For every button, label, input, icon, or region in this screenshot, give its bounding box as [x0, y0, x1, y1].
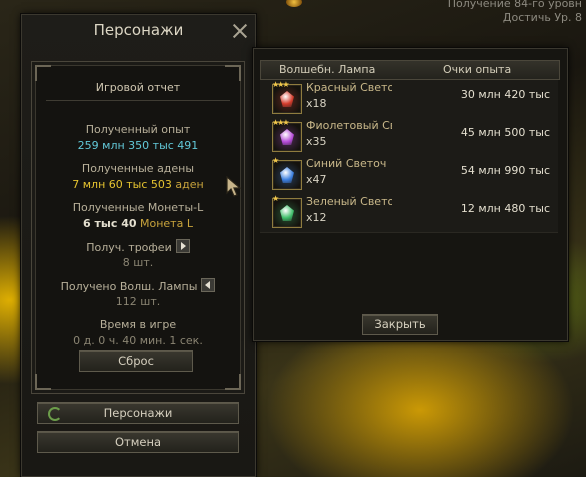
playtime-label: Время в игре: [99, 318, 177, 331]
report-title: Игровой отчет: [95, 81, 181, 94]
grade-stars-icon: ★: [272, 156, 279, 165]
reset-button[interactable]: Сброс: [79, 350, 193, 372]
lamp-icon[interactable]: ★★★: [272, 118, 302, 152]
frame-corner-icon: [35, 374, 51, 390]
exp-label: Полученный опыт: [85, 123, 191, 136]
lamp-name: Красный Светоч: [306, 81, 392, 94]
lamp-name: Зеленый Светоч: [306, 195, 392, 208]
frame-corner-icon: [225, 374, 241, 390]
divider: [46, 100, 230, 101]
adena-value: 7 млн 60 тыс 503 аден: [72, 178, 204, 191]
lamp-xp: 45 млн 500 тыс: [460, 126, 550, 139]
grade-stars-icon: ★★★: [272, 118, 289, 127]
lamp-quantity: x35: [306, 135, 327, 148]
characters-button-label: Персонажи: [103, 406, 173, 420]
playtime-value: 0 д. 0 ч. 40 мин. 1 сек.: [73, 334, 203, 347]
lamp-xp: 12 млн 480 тыс: [460, 202, 550, 215]
lamps-value: 112 шт.: [115, 295, 161, 308]
frame-corner-icon: [35, 65, 51, 81]
cancel-button[interactable]: Отмена: [37, 431, 239, 453]
quest-info: Получение 84-го уровн Достичь Ур. 8: [285, 0, 582, 25]
game-report: Игровой отчет Полученный опыт 259 млн 35…: [31, 61, 245, 394]
lamps-table-header: Волшебн. Лампа Очки опыта: [260, 60, 560, 80]
lamp-name: Фиолетовый Светоч: [306, 119, 392, 132]
trophies-value: 8 шт.: [122, 256, 154, 269]
characters-button[interactable]: Персонажи: [37, 402, 239, 424]
column-xp: Очки опыта: [443, 63, 512, 76]
trophies-label: Получ. трофеи: [32, 239, 244, 255]
refresh-icon: [48, 407, 62, 421]
exp-value: 259 млн 350 тыс 491: [77, 139, 199, 152]
lamp-quantity: x12: [306, 211, 327, 224]
gem-icon: [280, 91, 294, 107]
lamp-icon[interactable]: ★★★: [272, 80, 302, 114]
grade-stars-icon: ★★★: [272, 80, 289, 89]
lamp-icon[interactable]: ★: [272, 194, 302, 228]
quest-info-line1: Получение 84-го уровн: [447, 0, 582, 10]
gem-icon: [280, 205, 294, 221]
lamp-quantity: x18: [306, 97, 327, 110]
mouse-cursor-icon: [226, 176, 242, 197]
lamps-arrow-left-icon[interactable]: [201, 278, 216, 292]
column-lamp: Волшебн. Лампа: [279, 63, 376, 76]
table-row[interactable]: ★ Зеленый Светоч x12 12 млн 480 тыс: [260, 194, 558, 232]
lcoin-label: Полученные Монеты-L: [72, 201, 204, 214]
frame-corner-icon: [225, 65, 241, 81]
table-row[interactable]: ★★★ Фиолетовый Светоч x35 45 млн 500 тыс: [260, 118, 558, 156]
quest-orb-icon: [285, 0, 302, 7]
lamp-xp: 30 млн 420 тыс: [460, 88, 550, 101]
trophies-arrow-right-icon[interactable]: [175, 239, 190, 253]
window-title: Персонажи: [93, 21, 184, 39]
magic-lamps-window: Волшебн. Лампа Очки опыта ★★★ Красный Све…: [253, 48, 568, 341]
lcoin-value: 6 тыс 40 Монета L: [83, 217, 193, 230]
table-row[interactable]: ★★★ Красный Светоч x18 30 млн 420 тыс: [260, 80, 558, 118]
close-button[interactable]: Закрыть: [362, 314, 438, 335]
lamp-quantity: x47: [306, 173, 327, 186]
gem-icon: [280, 167, 294, 183]
lamp-xp: 54 млн 990 тыс: [460, 164, 550, 177]
quest-info-line2: Достичь Ур. 8: [502, 11, 582, 24]
table-row[interactable]: ★ Синий Светоч x47 54 млн 990 тыс: [260, 156, 558, 194]
adena-label: Полученные адены: [81, 162, 195, 175]
lamp-icon[interactable]: ★: [272, 156, 302, 190]
lamp-name: Синий Светоч: [306, 157, 387, 170]
characters-window: Персонажи Игровой отчет Полученный опыт …: [21, 14, 256, 477]
close-icon[interactable]: [232, 23, 248, 39]
lamps-table: ★★★ Красный Светоч x18 30 млн 420 тыс ★★★ Фио…: [260, 80, 558, 233]
gem-icon: [280, 129, 294, 145]
lamps-label: Получено Волш. Лампы: [32, 278, 244, 294]
grade-stars-icon: ★: [272, 194, 279, 203]
